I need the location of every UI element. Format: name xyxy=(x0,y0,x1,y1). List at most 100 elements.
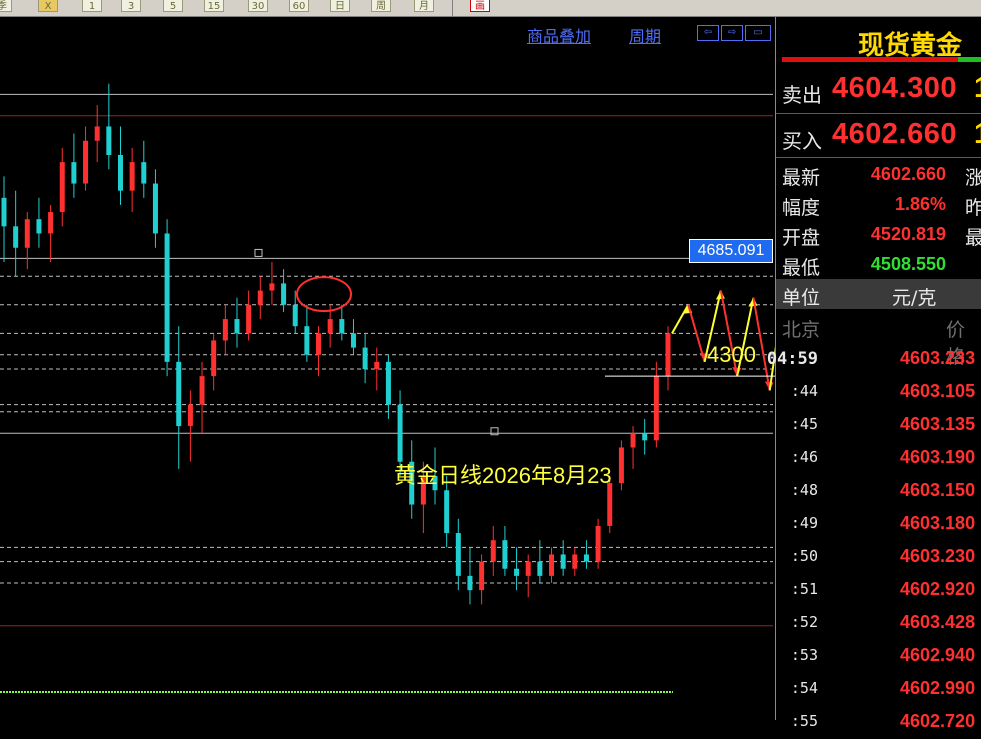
tick-price: 4602.940 xyxy=(900,645,976,665)
tick-time: :46 xyxy=(790,448,818,466)
candle-body xyxy=(36,219,42,234)
candle-body xyxy=(385,361,391,405)
candle-body xyxy=(618,447,624,484)
candle-body xyxy=(199,376,205,405)
tick-row[interactable]: :48 4603.150 xyxy=(776,475,981,508)
candle-body xyxy=(350,333,356,348)
current-price-tag: 4685.091 xyxy=(689,239,773,263)
sentiment-bar-green xyxy=(958,57,981,62)
tick-row[interactable]: :51 4602.920 xyxy=(776,574,981,607)
tick-row[interactable]: :55 4602.720 xyxy=(776,706,981,739)
divider xyxy=(776,157,981,158)
candle-body xyxy=(13,226,19,248)
candle-body xyxy=(187,404,193,427)
stat-label: 最低 xyxy=(782,257,821,279)
tick-price: 4602.990 xyxy=(900,678,976,698)
tick-time: :44 xyxy=(790,382,818,400)
candle-body xyxy=(59,162,65,213)
tick-price: 4602.720 xyxy=(900,711,976,731)
tick-row[interactable]: :45 4603.135 xyxy=(776,409,981,442)
tick-time: :54 xyxy=(790,679,818,697)
support-level-label: 4300 xyxy=(707,342,756,367)
tick-row[interactable]: :50 4603.230 xyxy=(776,541,981,574)
stat-row: 最新 4602.660 涨 xyxy=(776,161,981,189)
candle-body xyxy=(152,183,158,234)
projection-segment xyxy=(671,304,690,334)
candle-body xyxy=(455,533,461,576)
candle-body xyxy=(316,333,322,355)
candle-body xyxy=(560,554,566,569)
candle-body xyxy=(339,319,345,334)
candle-body xyxy=(490,540,496,562)
stat-value: 4508.550 xyxy=(870,254,946,274)
candle-body xyxy=(397,404,403,462)
tick-price: 4603.105 xyxy=(900,381,976,401)
stat-row: 最低 4508.550 xyxy=(776,251,981,279)
stat-label-secondary: 最 xyxy=(965,227,981,249)
tick-price: 4603.230 xyxy=(900,546,976,566)
candle-body xyxy=(467,575,473,591)
sentiment-bar-red xyxy=(782,57,958,62)
tick-time: :50 xyxy=(790,547,818,565)
period-link[interactable]: 周期 xyxy=(629,23,661,47)
candle-body xyxy=(362,347,368,369)
candle-body xyxy=(327,319,333,334)
fullscreen-button[interactable]: ▭ xyxy=(745,25,771,41)
tick-row[interactable]: :52 4603.428 xyxy=(776,607,981,640)
tick-price: 4603.135 xyxy=(900,414,976,434)
candle-body xyxy=(514,568,520,576)
overlay-commodity-link[interactable]: 商品叠加 xyxy=(527,23,591,47)
candle-body xyxy=(665,333,671,377)
candle-body xyxy=(572,554,578,569)
tick-row[interactable]: :46 4603.190 xyxy=(776,442,981,475)
marker-icon xyxy=(254,248,263,257)
tick-time: :53 xyxy=(790,646,818,664)
stat-value: 1.86% xyxy=(894,194,946,214)
buy-label: 买入 xyxy=(782,129,822,153)
candle-body xyxy=(257,290,263,305)
unit-value: 元/克 xyxy=(892,287,937,309)
unit-row: 单位 元/克 xyxy=(776,279,981,309)
tick-row[interactable]: :49 4603.180 xyxy=(776,508,981,541)
candle-body xyxy=(117,155,123,191)
candle-body xyxy=(374,361,380,369)
stat-value: 4602.660 xyxy=(870,164,946,184)
scroll-right-button[interactable]: ⇨ xyxy=(721,25,743,41)
tick-time: :52 xyxy=(790,613,818,631)
candle-body xyxy=(653,376,659,441)
tick-row[interactable]: 04:59 4603.233 xyxy=(767,343,981,376)
candle-body xyxy=(502,540,508,569)
candle-body xyxy=(583,554,589,562)
highlight-circle xyxy=(296,276,352,313)
tick-price: 4603.190 xyxy=(900,447,976,467)
tick-time: :48 xyxy=(790,481,818,499)
tick-price: 4603.150 xyxy=(900,480,976,500)
buy-volume: 1 xyxy=(974,118,981,151)
divider xyxy=(776,113,981,114)
stat-value: 4520.819 xyxy=(870,224,946,244)
buy-quote[interactable]: 买入 4602.660 1 xyxy=(776,115,981,155)
candle-body xyxy=(48,212,54,234)
sell-volume: 1 xyxy=(974,72,981,105)
candle-body xyxy=(630,433,636,448)
chart-header: 商品叠加 周期 ⇦ ⇨ ▭ xyxy=(0,17,775,47)
instrument-title: 现货黄金 xyxy=(776,17,981,62)
tick-price: 4602.920 xyxy=(900,579,976,599)
quote-panel: 现货黄金 卖出 4604.300 1 买入 4602.660 1 最新 4602.… xyxy=(767,17,981,731)
stat-row: 开盘 4520.819 最 xyxy=(776,221,981,249)
sell-label: 卖出 xyxy=(782,83,822,107)
sell-quote[interactable]: 卖出 4604.300 1 xyxy=(776,69,981,109)
stat-label-secondary: 涨 xyxy=(965,167,981,189)
sell-price: 4604.300 xyxy=(832,72,957,104)
tick-row[interactable]: :54 4602.990 xyxy=(776,673,981,706)
candle-body xyxy=(537,561,543,576)
stat-label: 最新 xyxy=(782,167,821,189)
candlestick-chart[interactable] xyxy=(0,0,775,720)
tick-row[interactable]: :53 4602.940 xyxy=(776,640,981,673)
stat-label: 开盘 xyxy=(782,227,821,249)
tick-time: :51 xyxy=(790,580,818,598)
candle-body xyxy=(1,197,7,227)
scroll-left-button[interactable]: ⇦ xyxy=(697,25,719,41)
candle-body xyxy=(444,490,450,534)
tick-row[interactable]: :44 4603.105 xyxy=(776,376,981,409)
